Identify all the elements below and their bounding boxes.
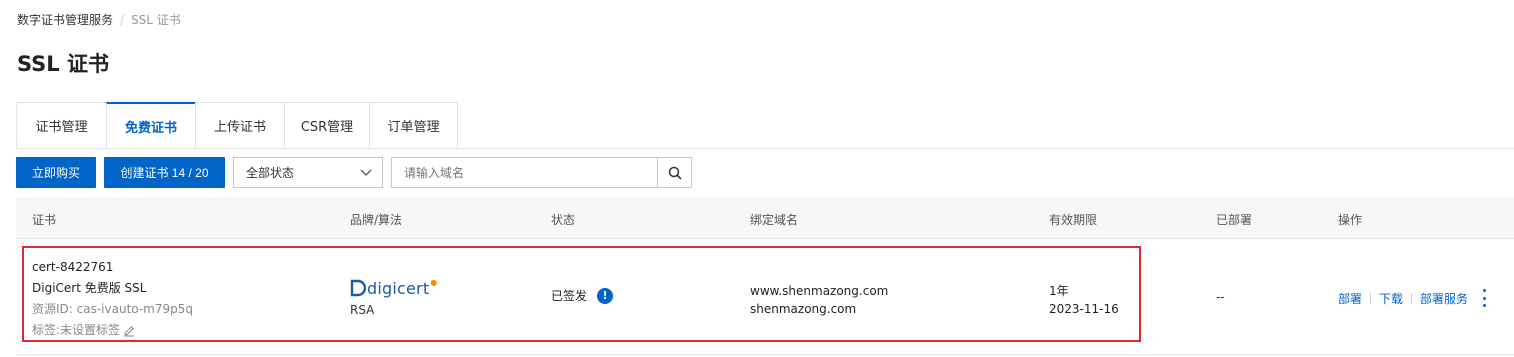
buy-now-button[interactable]: 立即购买: [16, 157, 96, 188]
header-brand: 品牌/算法: [350, 213, 403, 227]
status-text: 已签发: [551, 289, 588, 303]
table-header: 证书 品牌/算法 状态 绑定域名 有效期限 已部署 操作: [16, 197, 1514, 239]
download-link[interactable]: 下载: [1379, 290, 1403, 307]
domain-search-input[interactable]: [392, 158, 657, 187]
domain-search: [391, 157, 692, 188]
pencil-icon[interactable]: [123, 325, 135, 337]
header-validity: 有效期限: [1049, 213, 1098, 227]
deploy-service-link[interactable]: 部署服务: [1420, 290, 1468, 307]
status-cell: 已签发 !: [551, 287, 614, 304]
breadcrumb: 数字证书管理服务 / SSL 证书: [17, 11, 181, 28]
chevron-down-icon: [360, 169, 372, 176]
domain-item: www.shenmazong.com: [750, 284, 889, 298]
cert-cell: cert-8422761 DigiCert 免费版 SSL 资源ID: cas-…: [32, 257, 193, 341]
cert-name: cert-8422761: [32, 260, 114, 274]
header-cert: 证书: [32, 213, 57, 227]
tab-free-certs[interactable]: 免费证书: [106, 102, 195, 150]
search-button[interactable]: [657, 158, 691, 187]
breadcrumb-separator: /: [120, 12, 125, 27]
tab-order-management[interactable]: 订单管理: [369, 102, 458, 149]
domain-item: shenmazong.com: [750, 302, 857, 316]
page-title: SSL 证书: [17, 52, 109, 76]
tab-divider: [16, 148, 1514, 149]
tab-bar: 证书管理 免费证书 上传证书 CSR管理 订单管理: [16, 102, 458, 150]
table-row: cert-8422761 DigiCert 免费版 SSL 资源ID: cas-…: [16, 239, 1514, 355]
resource-id: 资源ID: cas-ivauto-m79p5q: [32, 302, 193, 316]
status-select[interactable]: 全部状态: [233, 157, 383, 188]
breadcrumb-parent-link[interactable]: 数字证书管理服务: [17, 11, 113, 28]
cert-tag: 标签:未设置标签: [32, 323, 121, 337]
info-icon[interactable]: !: [597, 287, 614, 304]
brand-cell: digicert ● RSA: [350, 277, 437, 317]
tab-cert-management[interactable]: 证书管理: [16, 102, 106, 149]
header-domain: 绑定域名: [750, 213, 799, 227]
header-deployed: 已部署: [1216, 213, 1253, 227]
breadcrumb-current: SSL 证书: [131, 13, 181, 27]
op-divider: [1370, 292, 1372, 304]
header-ops: 操作: [1338, 213, 1363, 227]
validity-cell: 1年 2023-11-16: [1049, 282, 1119, 318]
cert-type: DigiCert 免费版 SSL: [32, 281, 147, 295]
op-divider: [1411, 292, 1413, 304]
algorithm: RSA: [350, 303, 375, 317]
create-cert-button[interactable]: 创建证书 14 / 20: [104, 157, 225, 188]
status-select-value: 全部状态: [246, 166, 295, 180]
search-icon: [668, 166, 682, 180]
cert-tag-row: 标签:未设置标签: [32, 320, 193, 341]
digicert-logo: digicert ●: [350, 277, 437, 299]
ops-cell: 部署 下载 部署服务: [1338, 289, 1488, 307]
validity-period: 1年: [1049, 284, 1069, 298]
more-vertical-icon[interactable]: [1480, 289, 1488, 307]
deploy-link[interactable]: 部署: [1338, 290, 1362, 307]
digicert-mark-icon: [350, 279, 366, 297]
deployed-cell: --: [1216, 290, 1225, 304]
tab-upload-cert[interactable]: 上传证书: [195, 102, 284, 149]
domain-cell: www.shenmazong.com shenmazong.com: [750, 282, 888, 318]
expiry-date: 2023-11-16: [1049, 302, 1119, 316]
header-status: 状态: [551, 213, 576, 227]
tab-csr-management[interactable]: CSR管理: [284, 102, 369, 149]
